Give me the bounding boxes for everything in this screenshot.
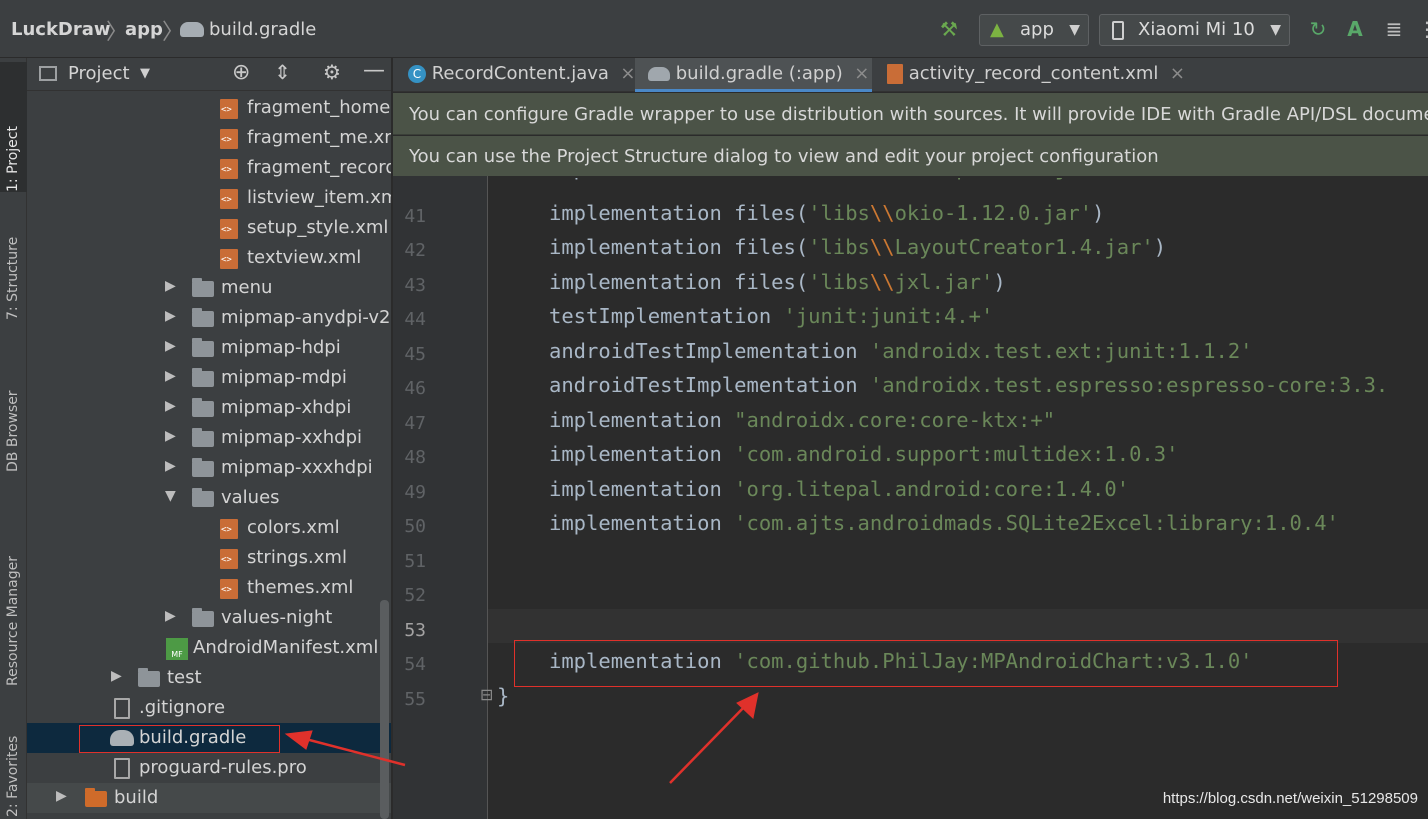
arrow-head — [284, 730, 313, 750]
annotation-arrows — [284, 692, 759, 784]
watermark: https://blog.csdn.net/weixin_51298509 — [1162, 790, 1418, 807]
arrow-head — [736, 692, 759, 719]
arrow-to-tree — [297, 735, 406, 767]
arrow-to-code — [669, 702, 749, 784]
